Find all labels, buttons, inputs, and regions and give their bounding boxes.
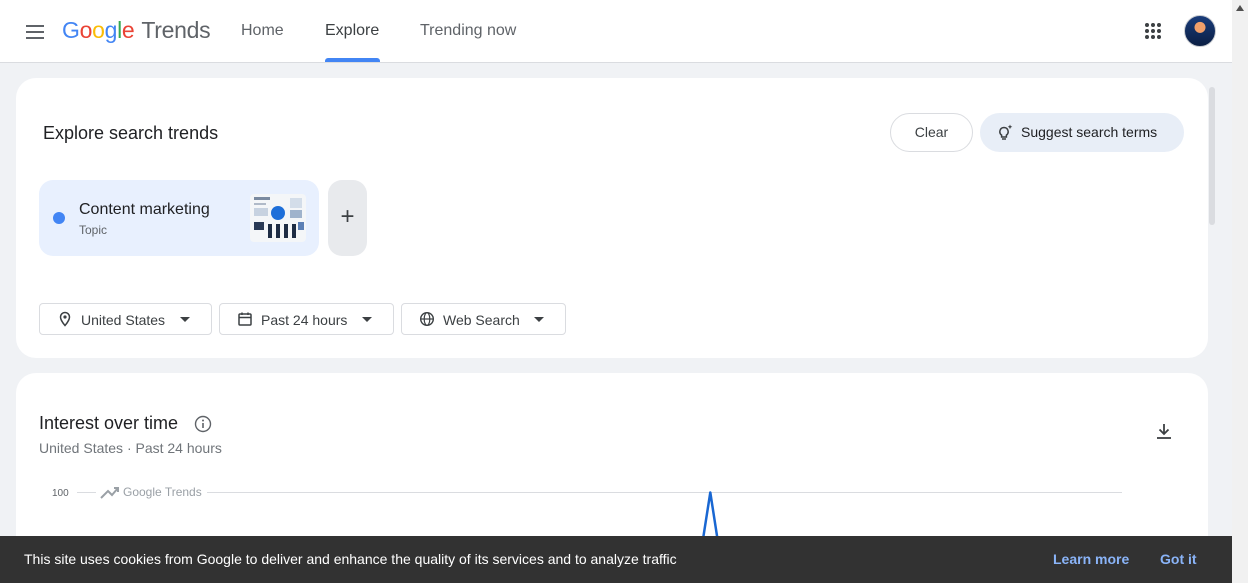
term-color-dot bbox=[53, 212, 65, 224]
search-term-chip[interactable]: Content marketing Topic bbox=[39, 180, 319, 256]
chevron-down-icon bbox=[180, 317, 190, 322]
clear-button[interactable]: Clear bbox=[890, 113, 973, 152]
page-scrollbar[interactable] bbox=[1232, 0, 1248, 583]
interest-over-time-subtitle: United States · Past 24 hours bbox=[39, 440, 222, 456]
active-tab-indicator bbox=[325, 58, 380, 62]
download-icon[interactable] bbox=[1154, 421, 1174, 441]
cookie-message: This site uses cookies from Google to de… bbox=[24, 551, 677, 567]
suggest-search-terms-button[interactable]: Suggest search terms bbox=[980, 113, 1184, 152]
inner-scrollbar-thumb[interactable] bbox=[1209, 87, 1215, 225]
globe-icon bbox=[419, 311, 435, 327]
chevron-down-icon bbox=[534, 317, 544, 322]
location-filter-label: United States bbox=[81, 312, 166, 328]
got-it-button[interactable]: Got it bbox=[1160, 551, 1197, 567]
info-icon[interactable] bbox=[194, 415, 212, 433]
series-line-0 bbox=[701, 491, 719, 540]
search-type-filter-label: Web Search bbox=[443, 312, 520, 328]
location-pin-icon bbox=[59, 311, 71, 327]
tab-trending-now[interactable]: Trending now bbox=[420, 0, 516, 63]
trending-up-icon bbox=[100, 487, 119, 499]
search-type-filter[interactable]: Web Search bbox=[401, 303, 566, 335]
app-header: Google Trends Home Explore Trending now bbox=[0, 0, 1232, 63]
cookie-banner: This site uses cookies from Google to de… bbox=[0, 536, 1232, 583]
google-trends-logo[interactable]: Google Trends bbox=[62, 17, 211, 44]
apps-grid-icon[interactable] bbox=[1143, 21, 1163, 41]
chevron-down-icon bbox=[362, 317, 372, 322]
time-range-filter[interactable]: Past 24 hours bbox=[219, 303, 394, 335]
term-thumbnail-image bbox=[250, 194, 306, 242]
add-comparison-button[interactable]: + bbox=[328, 180, 367, 256]
learn-more-link[interactable]: Learn more bbox=[1053, 551, 1129, 567]
term-name: Content marketing bbox=[79, 201, 210, 218]
calendar-icon bbox=[238, 312, 252, 326]
lightbulb-sparkle-icon bbox=[999, 124, 1013, 140]
interest-over-time-title: Interest over time bbox=[39, 413, 179, 433]
tab-explore[interactable]: Explore bbox=[325, 0, 379, 63]
account-avatar[interactable] bbox=[1184, 15, 1216, 47]
tab-home[interactable]: Home bbox=[241, 0, 284, 63]
interest-chart: 100 Google Trends bbox=[52, 485, 1122, 540]
term-type: Topic bbox=[79, 223, 108, 237]
location-filter[interactable]: United States bbox=[39, 303, 212, 335]
explore-title: Explore search trends bbox=[43, 123, 219, 143]
scroll-up-arrow-icon[interactable] bbox=[1236, 5, 1244, 11]
y-tick-label: 100 bbox=[52, 488, 69, 499]
suggest-search-terms-label: Suggest search terms bbox=[1021, 124, 1158, 140]
time-range-filter-label: Past 24 hours bbox=[261, 312, 348, 328]
menu-icon[interactable] bbox=[22, 19, 48, 45]
google-trends-watermark: Google Trends bbox=[123, 485, 202, 499]
